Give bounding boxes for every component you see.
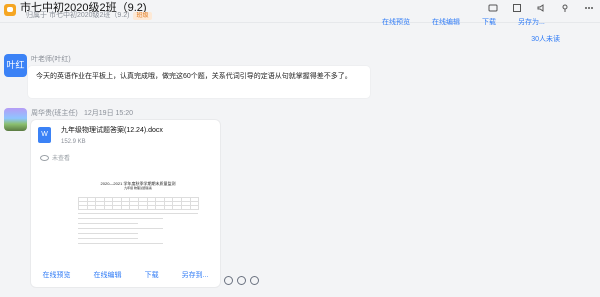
app-icon xyxy=(4,4,16,16)
preview-line xyxy=(78,228,163,229)
unread-count[interactable]: 30人未读 xyxy=(531,36,560,44)
preview-line xyxy=(78,223,138,224)
message-tools xyxy=(224,276,259,285)
save-to-button[interactable]: 另存到... xyxy=(182,271,209,281)
answer-grid xyxy=(78,197,200,210)
file-actions: 在线预览 在线编辑 下载 另存到... xyxy=(31,269,220,283)
top-file-actions: 在线预览 在线编辑 下载 另存为... xyxy=(382,18,545,28)
pin-icon[interactable] xyxy=(560,3,570,13)
preview-line xyxy=(78,238,138,239)
message-bubble[interactable]: 今天的英语作业在平板上，认真完成哦，做完这60个题，关系代词引导的定语从句就掌握… xyxy=(28,66,370,98)
header-tools xyxy=(488,3,594,13)
sender-name: 周华贵(班主任) xyxy=(31,110,78,117)
preview-line xyxy=(78,218,163,219)
online-edit-button[interactable]: 在线编辑 xyxy=(94,271,122,281)
group-badge: 班级 xyxy=(133,12,152,20)
top-online-preview-link[interactable]: 在线预览 xyxy=(382,18,410,28)
file-size: 152.9 KB xyxy=(61,139,86,145)
mute-icon[interactable] xyxy=(536,3,546,13)
view-status: 未查看 xyxy=(40,155,70,163)
preview-lines xyxy=(78,213,198,244)
sender-name: 叶老师(叶红) xyxy=(31,56,71,63)
file-card[interactable]: W 九年级物理试题答案(12.24).docx 152.9 KB 未查看 202… xyxy=(31,120,220,287)
emoji-icon[interactable] xyxy=(237,276,246,285)
top-download-link[interactable]: 下载 xyxy=(482,18,496,28)
more-icon[interactable] xyxy=(250,276,259,285)
online-preview-button[interactable]: 在线预览 xyxy=(43,271,71,281)
message-text: 今天的英语作业在平板上，认真完成哦，做完这60个题，关系代词引导的定语从句就掌握… xyxy=(36,73,352,80)
top-online-edit-link[interactable]: 在线编辑 xyxy=(432,18,460,28)
preview-line xyxy=(78,233,138,234)
preview-line xyxy=(78,213,198,214)
avatar-zhou[interactable] xyxy=(4,108,27,131)
reply-icon[interactable] xyxy=(224,276,233,285)
avatar-ye[interactable]: 叶红 xyxy=(4,54,27,77)
eye-icon xyxy=(40,155,49,162)
document-preview[interactable]: 2020—2021 学年度秋季学期期末质量监测 九年级 物理试题答案 xyxy=(63,181,213,265)
more-icon[interactable] xyxy=(584,3,594,13)
preview-subtitle: 九年级 物理试题答案 xyxy=(124,186,152,190)
download-button[interactable]: 下载 xyxy=(145,271,159,281)
view-status-text: 未查看 xyxy=(52,156,71,162)
top-save-as-link[interactable]: 另存为... xyxy=(518,18,545,28)
preview-line xyxy=(78,243,163,244)
message-time: 12月19日 15:20 xyxy=(84,110,134,117)
chat-subtitle-text: 归属于 市七中初2020级2班（9.2) xyxy=(26,12,130,19)
word-file-icon: W xyxy=(38,127,51,143)
call-icon[interactable] xyxy=(512,3,522,13)
video-call-icon[interactable] xyxy=(488,3,498,13)
file-name: 九年级物理试题答案(12.24).docx xyxy=(61,127,163,134)
chat-subtitle: 归属于 市七中初2020级2班（9.2) 班级 xyxy=(26,12,152,20)
